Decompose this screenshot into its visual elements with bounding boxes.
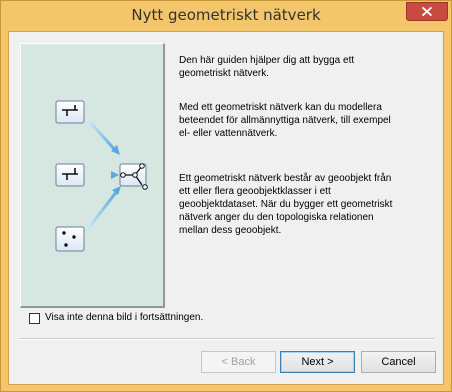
close-icon <box>421 6 433 17</box>
next-button[interactable]: Next > <box>280 351 355 373</box>
line-feature-icon <box>55 100 85 124</box>
arrow-icon <box>86 118 120 155</box>
network-icon <box>119 163 148 190</box>
dialog-body: Den här guiden hjälper dig att bygga ett… <box>8 31 444 385</box>
intro-paragraph: Den här guiden hjälper dig att bygga ett… <box>179 55 355 79</box>
arrow-icon <box>88 171 119 179</box>
dont-show-checkbox[interactable] <box>29 313 40 324</box>
button-separator <box>20 338 434 340</box>
dialog-title: Nytt geometriskt nätverk <box>131 6 321 24</box>
detail-paragraph: Ett geometriskt nätverk består av geoobj… <box>179 173 393 236</box>
wizard-illustration <box>20 43 165 308</box>
point-feature-icon <box>55 226 85 252</box>
description-paragraph: Med ett geometriskt nätverk kan du model… <box>179 102 391 139</box>
cancel-button[interactable]: Cancel <box>361 351 436 373</box>
wizard-dialog: Nytt geometriskt nätverk Den här guiden … <box>0 0 452 392</box>
title-bar[interactable]: Nytt geometriskt nätverk <box>1 1 451 31</box>
arrow-icon <box>85 186 121 231</box>
network-diagram <box>55 100 148 252</box>
close-button[interactable] <box>406 2 448 21</box>
back-button[interactable]: < Back <box>201 351 276 373</box>
line-feature-icon <box>55 163 85 187</box>
dont-show-label[interactable]: Visa inte denna bild i fortsättningen. <box>45 312 203 323</box>
